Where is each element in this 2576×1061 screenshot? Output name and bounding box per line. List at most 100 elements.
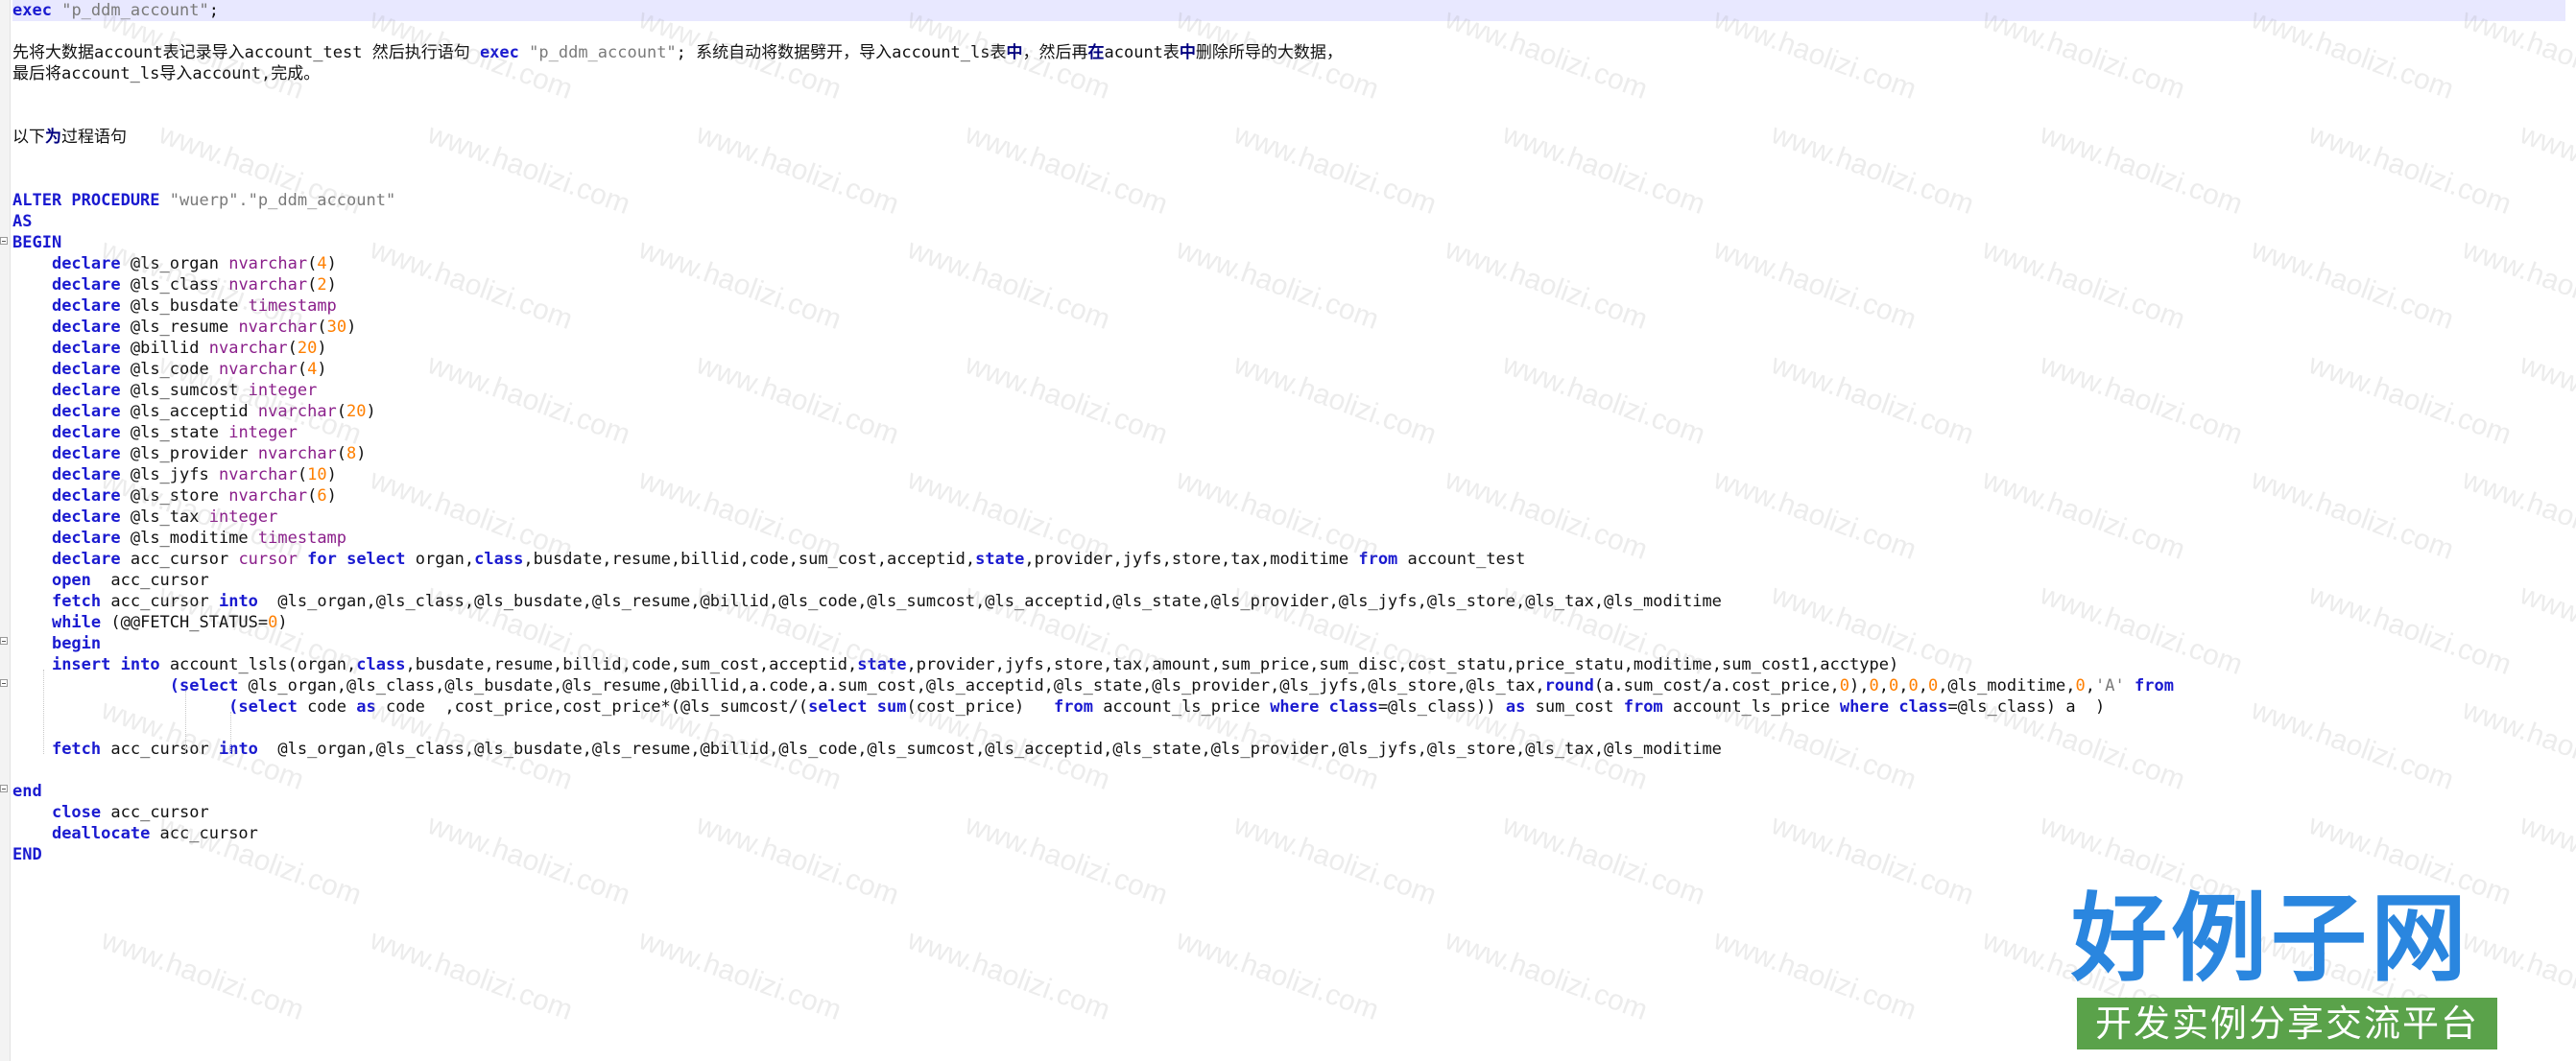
- code-line[interactable]: [12, 84, 2565, 106]
- site-logo: 好例子网 开发实例分享交流平台: [2071, 883, 2497, 1051]
- code-line[interactable]: [12, 106, 2565, 127]
- text-token: (: [336, 444, 347, 463]
- number-token: 0: [1888, 676, 1899, 696]
- text-token: @ls_store: [120, 486, 229, 506]
- code-line[interactable]: declare @ls_class nvarchar(2): [12, 274, 2565, 295]
- keyword-token: declare: [51, 444, 121, 463]
- code-line[interactable]: declare @ls_moditime timestamp: [12, 528, 2565, 549]
- text-token: ): [356, 444, 367, 463]
- code-line[interactable]: close acc_cursor: [12, 802, 2565, 823]
- code-line[interactable]: 先将大数据account表记录导入account_test 然后执行语句 exe…: [12, 42, 2565, 63]
- code-line[interactable]: AS: [12, 211, 2565, 232]
- text-token: (: [307, 486, 318, 506]
- text-token: @ls_code: [120, 360, 219, 379]
- keyword-token: class: [356, 655, 406, 674]
- text-token: ): [326, 254, 337, 273]
- keyword-token: declare: [51, 486, 121, 506]
- keyword-token: sum: [876, 697, 907, 717]
- code-line[interactable]: 最后将account_ls导入account,完成。: [12, 63, 2565, 84]
- code-line[interactable]: declare @billid nvarchar(20): [12, 338, 2565, 359]
- keyword-token: where: [1270, 697, 1320, 717]
- operator-token: 中: [1006, 43, 1023, 62]
- code-line[interactable]: declare @ls_code nvarchar(4): [12, 359, 2565, 380]
- code-line[interactable]: while (@@FETCH_STATUS=0): [12, 612, 2565, 633]
- code-line[interactable]: insert into account_lsls(organ,class,bus…: [12, 654, 2565, 675]
- code-line-current[interactable]: exec "p_ddm_account";: [12, 0, 2565, 21]
- code-line[interactable]: END: [12, 844, 2565, 865]
- code-line[interactable]: fetch acc_cursor into @ls_organ,@ls_clas…: [12, 739, 2565, 760]
- keyword-token: into: [120, 655, 160, 674]
- keyword-token: declare: [51, 360, 121, 379]
- code-line[interactable]: [12, 169, 2565, 190]
- number-token: 2: [317, 275, 327, 295]
- keyword-token: declare: [51, 296, 121, 316]
- code-line[interactable]: [12, 760, 2565, 781]
- code-line[interactable]: end: [12, 781, 2565, 802]
- text-token: ,: [2085, 676, 2096, 696]
- code-line[interactable]: [12, 718, 2565, 739]
- text-token: acount表: [1104, 43, 1180, 62]
- code-line[interactable]: deallocate acc_cursor: [12, 823, 2565, 844]
- code-line[interactable]: declare @ls_jyfs nvarchar(10): [12, 464, 2565, 485]
- code-line[interactable]: declare @ls_tax integer: [12, 507, 2565, 528]
- code-line[interactable]: declare @ls_organ nvarchar(4): [12, 253, 2565, 274]
- text-token: @ls_moditime: [120, 529, 258, 548]
- code-line[interactable]: [12, 21, 2565, 42]
- keyword-token: AS: [12, 212, 33, 231]
- code-line[interactable]: (select @ls_organ,@ls_class,@ls_busdate,…: [12, 675, 2565, 696]
- code-line[interactable]: (select code as code ,cost_price,cost_pr…: [12, 696, 2565, 718]
- code-line[interactable]: declare acc_cursor cursor for select org…: [12, 549, 2565, 570]
- text-token: ): [277, 613, 288, 632]
- text-token: ,provider,jyfs,store,tax,amount,sum_pric…: [906, 655, 1899, 674]
- code-line[interactable]: ALTER PROCEDURE "wuerp"."p_ddm_account": [12, 190, 2565, 211]
- keyword-token: declare: [51, 550, 121, 569]
- code-line[interactable]: declare @ls_acceptid nvarchar(20): [12, 401, 2565, 422]
- fold-toggle-icon[interactable]: [0, 785, 8, 792]
- watermark-text: www.haolizi.com: [1709, 924, 1920, 1026]
- code-editor[interactable]: exec "p_ddm_account"; 先将大数据account表记录导入a…: [12, 0, 2565, 865]
- code-line[interactable]: declare @ls_provider nvarchar(8): [12, 443, 2565, 464]
- keyword-token: as: [356, 697, 376, 717]
- code-line[interactable]: open acc_cursor: [12, 570, 2565, 591]
- keyword-token: END: [12, 845, 42, 864]
- keyword-token: class: [1898, 697, 1948, 717]
- code-line[interactable]: fetch acc_cursor into @ls_organ,@ls_clas…: [12, 591, 2565, 612]
- keyword-token: state: [975, 550, 1025, 569]
- text-token: ,@ls_moditime,: [1938, 676, 2076, 696]
- code-line[interactable]: [12, 148, 2565, 169]
- code-line[interactable]: begin: [12, 633, 2565, 654]
- text-token: ，然后再: [1022, 43, 1088, 62]
- code-line[interactable]: declare @ls_resume nvarchar(30): [12, 317, 2565, 338]
- text-token: (: [307, 254, 318, 273]
- keyword-token: declare: [51, 318, 121, 337]
- code-line[interactable]: BEGIN: [12, 232, 2565, 253]
- watermark-text: www.haolizi.com: [97, 924, 308, 1026]
- text-token: ): [326, 486, 337, 506]
- logo-subtitle: 开发实例分享交流平台: [2077, 998, 2497, 1049]
- number-token: 20: [297, 339, 318, 358]
- text-token: sum_cost: [1525, 697, 1624, 717]
- code-line[interactable]: declare @ls_sumcost integer: [12, 380, 2565, 401]
- text-token: acc_cursor: [101, 740, 219, 759]
- watermark-text: www.haolizi.com: [634, 924, 846, 1026]
- text-token: ,: [1918, 676, 1928, 696]
- fold-toggle-icon[interactable]: [0, 237, 8, 245]
- text-token: (a.sum_cost/a.cost_price,: [1593, 676, 1840, 696]
- code-line[interactable]: declare @ls_busdate timestamp: [12, 295, 2565, 317]
- code-line[interactable]: declare @ls_store nvarchar(6): [12, 485, 2565, 507]
- text-token: account_ls_price: [1092, 697, 1271, 717]
- fold-toggle-icon[interactable]: [0, 637, 8, 645]
- number-token: 4: [307, 360, 318, 379]
- keyword-token: as: [1505, 697, 1526, 717]
- code-line[interactable]: 以下为过程语句: [12, 127, 2565, 148]
- code-line[interactable]: declare @ls_state integer: [12, 422, 2565, 443]
- number-token: 10: [307, 465, 327, 484]
- fold-toggle-icon[interactable]: [0, 679, 8, 687]
